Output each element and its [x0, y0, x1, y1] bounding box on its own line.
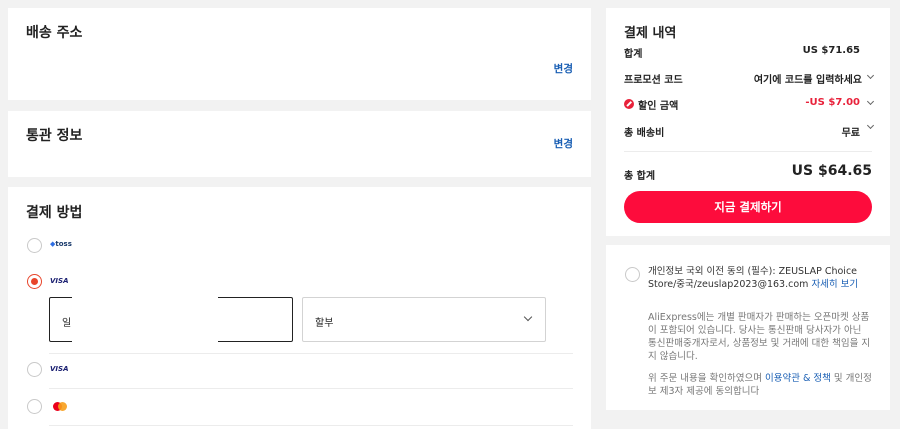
promo-code-label: 프로모션 코드 [624, 75, 683, 86]
chevron-down-icon [523, 312, 533, 322]
customs-info-title: 통관 정보 [26, 128, 83, 144]
chevron-down-icon[interactable] [866, 121, 875, 130]
grand-total-value: US $64.65 [791, 163, 872, 179]
payment-method-title: 결제 방법 [26, 205, 83, 221]
card-field-overlay [72, 297, 218, 357]
shipping-fee-value: 무료 [841, 128, 860, 139]
divider [624, 151, 872, 152]
shipping-address-card: 배송 주소 변경 [8, 8, 591, 100]
divider [49, 353, 573, 354]
visa-logo-icon: VISA [50, 277, 69, 285]
customs-info-change-link[interactable]: 변경 [554, 136, 573, 151]
toss-logo-icon: ◆toss [50, 240, 72, 248]
terms-policy-link[interactable]: 이용약관 & 정책 [765, 373, 831, 384]
shipping-address-change-link[interactable]: 변경 [554, 61, 573, 76]
shipping-fee-label: 총 배송비 [624, 128, 665, 139]
customs-info-card: 통관 정보 변경 [8, 111, 591, 177]
payment-method-card: 결제 방법 ◆toss VISA 일 할부 VISA [8, 187, 591, 429]
terms-agreement: 위 주문 내용을 확인하였으며 이용약관 & 정책 및 개인정보 제3자 제공에… [648, 372, 878, 398]
payment-option-toss-radio[interactable] [27, 238, 42, 253]
discount-value: -US $7.00 [805, 97, 860, 108]
discount-icon [624, 99, 634, 109]
subtotal-value: US $71.65 [802, 45, 860, 56]
consent-text: 개인정보 국외 이전 동의 (필수): ZEUSLAP Choice Store… [648, 265, 878, 291]
discount-label: 할인 금액 [638, 101, 679, 112]
divider [49, 388, 573, 389]
payment-option-mastercard-radio[interactable] [27, 399, 42, 414]
marketplace-notice: AliExpress에는 개별 판매자가 판매하는 오픈마켓 상품이 포함되어 … [648, 312, 871, 362]
shipping-address-title: 배송 주소 [26, 25, 83, 41]
order-summary-title: 결제 내역 [624, 26, 677, 41]
visa-logo-icon: VISA [50, 365, 69, 373]
subtotal-label: 합계 [624, 49, 643, 60]
installment-select[interactable]: 할부 [302, 297, 546, 342]
terms-prefix: 위 주문 내용을 확인하였으며 [648, 373, 762, 384]
grand-total-label: 총 합계 [624, 171, 656, 182]
consent-checkbox[interactable] [625, 267, 640, 282]
pay-now-button[interactable]: 지금 결제하기 [624, 191, 872, 223]
card-number-value: 일 [62, 318, 72, 329]
divider [49, 425, 573, 426]
installment-label: 할부 [315, 318, 334, 329]
consent-details-link[interactable]: 자세히 보기 [811, 279, 858, 290]
chevron-down-icon[interactable] [866, 97, 875, 106]
order-summary-card: 결제 내역 합계 US $71.65 프로모션 코드 여기에 코드를 입력하세요… [606, 8, 890, 236]
payment-option-visa2-radio[interactable] [27, 362, 42, 377]
consent-card: 개인정보 국외 이전 동의 (필수): ZEUSLAP Choice Store… [606, 245, 890, 410]
mastercard-logo-icon [53, 402, 67, 411]
promo-code-input[interactable]: 여기에 코드를 입력하세요 [754, 71, 862, 86]
chevron-down-icon[interactable] [866, 71, 875, 80]
payment-option-visa-radio[interactable] [27, 274, 42, 289]
